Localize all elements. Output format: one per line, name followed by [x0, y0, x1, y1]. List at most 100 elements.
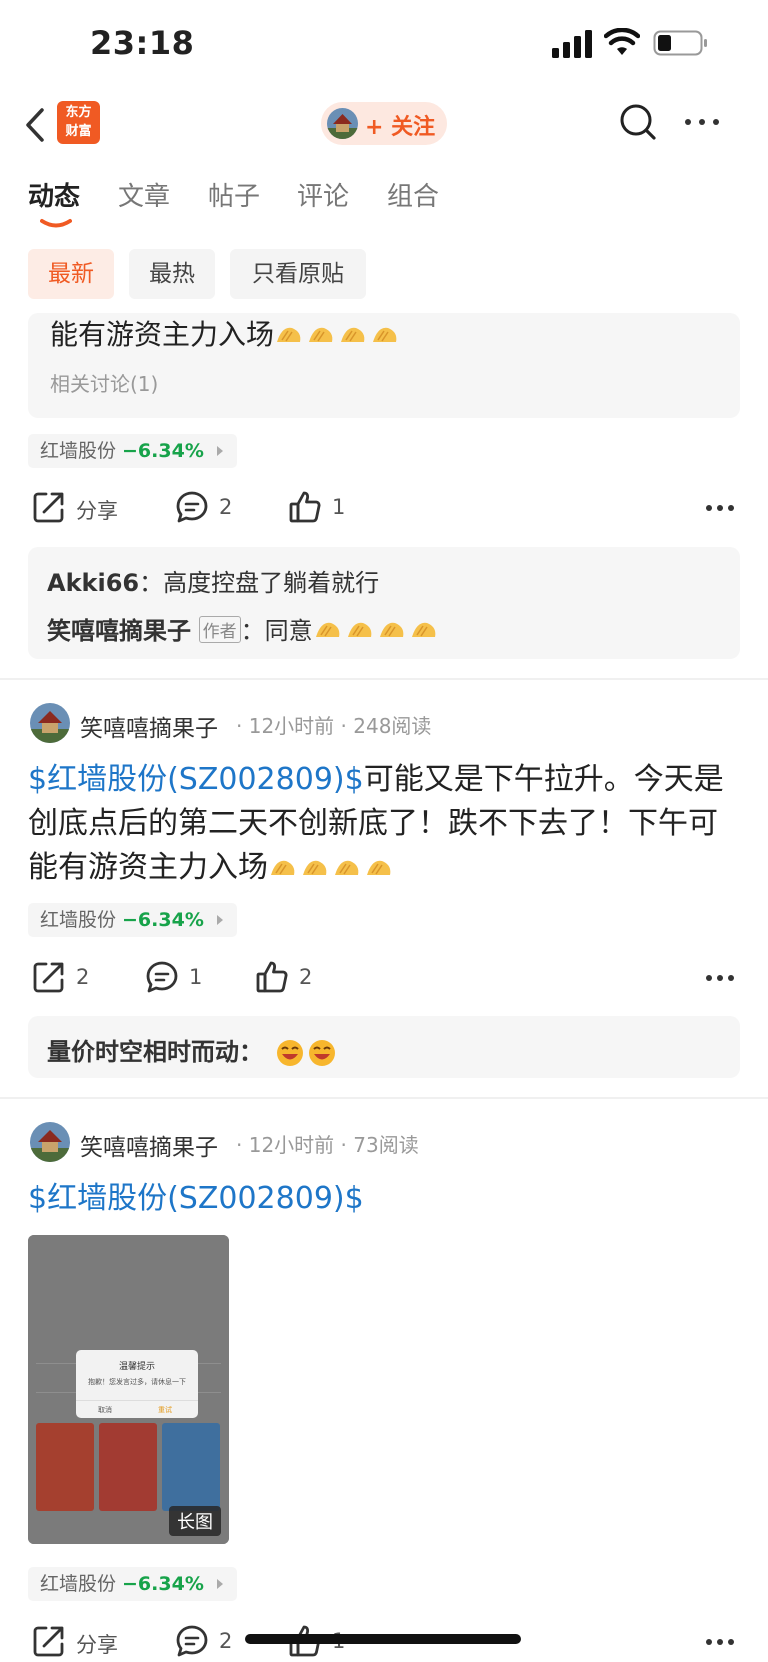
screenshot-card [99, 1423, 157, 1511]
comment-row: 笑嘻嘻摘果子 作者 ：同意 [47, 611, 441, 646]
post-body[interactable]: $红墙股份(SZ002809)$可能又是下午拉升。今天是创底点后的第二天不创新底… [28, 758, 740, 890]
comment-button[interactable]: 2 [175, 490, 245, 530]
like-count: 2 [299, 965, 313, 989]
tab-tiezi[interactable]: 帖子 [208, 176, 260, 213]
pray-emoji-icon [303, 860, 327, 875]
follow-button[interactable]: + 关注 [321, 102, 447, 145]
pray-emoji-icon [315, 622, 339, 637]
more-icon[interactable] [705, 1637, 735, 1647]
comment-icon [146, 961, 178, 993]
post-reads: 73阅读 [353, 1133, 419, 1157]
pray-emoji-icon [411, 622, 435, 637]
comments-preview[interactable]: Akki66：高度控盘了躺着就行 笑嘻嘻摘果子 作者 ：同意 [28, 547, 740, 659]
chevron-right-icon [217, 915, 223, 925]
follow-label: + 关注 [365, 115, 436, 140]
stock-link[interactable]: $红墙股份(SZ002809)$ [28, 762, 364, 797]
stock-tag[interactable]: 红墙股份 −6.34% [28, 434, 237, 468]
comment-icon [176, 1625, 208, 1657]
wifi-icon [604, 28, 640, 55]
avatar[interactable] [30, 703, 70, 743]
comment-row: 量价时空相时而动： [47, 1032, 337, 1068]
avatar [327, 108, 358, 139]
quoted-post-text-tail: 能有游资主力入场 [50, 318, 275, 351]
author-badge: 作者 [198, 616, 241, 643]
filter-latest[interactable]: 最新 [28, 249, 114, 299]
pray-emoji-icon [347, 622, 371, 637]
screenshot-card [36, 1423, 94, 1511]
stock-tag[interactable]: 红墙股份 −6.34% [28, 903, 237, 937]
post-author[interactable]: 笑嘻嘻摘果子 [80, 709, 218, 743]
back-arrow-icon[interactable] [22, 106, 48, 144]
filter-hottest[interactable]: 最热 [129, 249, 215, 299]
post-divider [0, 1097, 768, 1099]
long-image-badge: 长图 [169, 1506, 221, 1536]
tab-wenzhang[interactable]: 文章 [118, 176, 170, 213]
comment-separator: ： [240, 617, 265, 645]
pray-emoji-icon [309, 327, 333, 342]
comment-row: Akki66：高度控盘了躺着就行 [47, 563, 379, 598]
quoted-post-text: 能有游资主力入场 [50, 313, 402, 357]
more-icon[interactable] [705, 503, 735, 513]
post-author[interactable]: 笑嘻嘻摘果子 [80, 1128, 218, 1162]
comment-button[interactable]: 1 [145, 960, 215, 1000]
stock-change: −6.34% [122, 1573, 204, 1595]
dialog-text: 抱歉！您发言过多，请休息一下 [88, 1378, 186, 1386]
dialog-title: 温馨提示 [118, 1362, 155, 1372]
pray-emoji-icon [379, 622, 403, 637]
comment-author[interactable]: 量价时空相时而动 [47, 1038, 239, 1066]
more-icon[interactable] [682, 112, 722, 132]
stock-tag[interactable]: 红墙股份 −6.34% [28, 1567, 237, 1601]
tab-pinglun[interactable]: 评论 [297, 176, 349, 213]
stock-name: 红墙股份 [40, 440, 117, 462]
thumbs-up-icon [256, 961, 288, 993]
home-indicator[interactable] [245, 1634, 521, 1644]
post-reads: 248阅读 [353, 714, 432, 738]
share-label: 分享 [76, 499, 118, 523]
pray-emoji-icon [335, 860, 359, 875]
status-bar: 23:18 [0, 0, 768, 92]
tab-zuhe[interactable]: 组合 [387, 176, 439, 213]
post-body[interactable]: $红墙股份(SZ002809)$ [28, 1177, 740, 1221]
comment-button[interactable]: 2 [175, 1624, 245, 1662]
comment-author[interactable]: 笑嘻嘻摘果子 [47, 617, 191, 645]
like-button[interactable]: 2 [255, 960, 325, 1000]
stock-change: −6.34% [122, 909, 204, 931]
stock-name: 红墙股份 [40, 1573, 117, 1595]
like-count: 1 [332, 495, 346, 519]
chevron-right-icon [217, 446, 223, 456]
comment-icon [176, 491, 208, 523]
stock-name: 红墙股份 [40, 909, 117, 931]
share-button[interactable]: 分享 [32, 490, 142, 530]
share-button[interactable]: 2 [32, 960, 102, 1000]
comments-preview[interactable]: 量价时空相时而动： [28, 1016, 740, 1078]
quoted-post-card[interactable]: 能有游资主力入场 相关讨论(1) [28, 313, 740, 418]
share-label: 分享 [76, 1633, 118, 1657]
post-meta: · 12小时前 · 73阅读 [236, 1133, 419, 1157]
comment-text: 同意 [264, 617, 313, 645]
tab-dongtai[interactable]: 动态 [28, 176, 80, 213]
comment-count: 2 [219, 495, 233, 519]
dialog-cancel: 取消 [98, 1406, 112, 1414]
logo-line-2: 财富 [65, 124, 92, 139]
nav-bar: 东方 财富 + 关注 [0, 92, 768, 158]
post-time: 12小时前 [248, 714, 335, 738]
stock-link[interactable]: $红墙股份(SZ002809)$ [28, 1181, 364, 1216]
battery-icon [653, 30, 707, 56]
cellular-signal-icon [552, 30, 592, 58]
pray-emoji-icon [373, 327, 397, 342]
share-icon [33, 1626, 64, 1657]
post-image[interactable]: 温馨提示 抱歉！您发言过多，请休息一下 取消 重试 长图 [28, 1235, 229, 1544]
search-icon[interactable] [618, 102, 658, 142]
filter-original-only[interactable]: 只看原贴 [230, 249, 366, 299]
more-icon[interactable] [705, 973, 735, 983]
like-button[interactable]: 1 [288, 490, 358, 530]
share-icon [33, 962, 64, 993]
related-discussion-link[interactable]: 相关讨论(1) [50, 368, 158, 397]
comment-author[interactable]: Akki66 [47, 569, 139, 597]
stock-change: −6.34% [122, 440, 204, 462]
share-button[interactable]: 分享 [32, 1624, 142, 1662]
status-time: 23:18 [90, 24, 195, 62]
avatar[interactable] [30, 1122, 70, 1162]
logo-line-1: 东方 [65, 105, 92, 120]
eastmoney-logo[interactable]: 东方 财富 [57, 101, 100, 144]
